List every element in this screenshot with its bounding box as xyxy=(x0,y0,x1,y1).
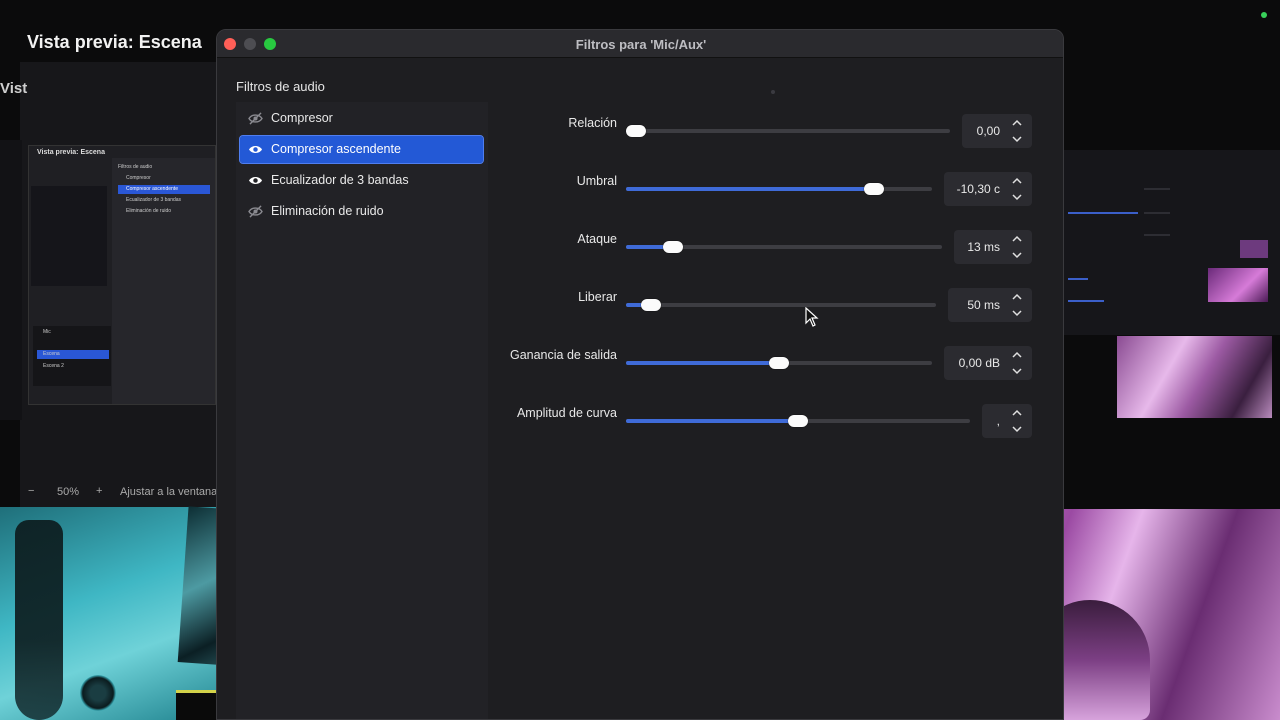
slider-fill xyxy=(626,419,798,423)
slider-ganancia[interactable] xyxy=(626,357,932,369)
slider-handle[interactable] xyxy=(788,415,808,427)
slider-fill xyxy=(626,361,779,365)
slider-liberar[interactable] xyxy=(626,299,936,311)
mini-camera-thumb xyxy=(1208,268,1268,302)
spinbox-liberar[interactable]: 50 ms xyxy=(948,288,1032,322)
slider-handle[interactable] xyxy=(863,183,884,195)
chevron-up-icon[interactable] xyxy=(1011,175,1023,187)
spinbox-value[interactable]: 50 ms xyxy=(950,288,1000,322)
mini-spinbox xyxy=(1144,212,1170,214)
side-label: Vist xyxy=(0,80,28,97)
slider-ataque[interactable] xyxy=(626,241,942,253)
slider-handle[interactable] xyxy=(663,241,684,253)
mini-camera-thumb xyxy=(1240,240,1268,258)
spinbox-arrows[interactable] xyxy=(1002,346,1032,380)
nested-scene-item: Mic xyxy=(43,329,51,335)
nested-scenes-list: Mic Escena Escena 2 xyxy=(33,326,111,386)
eye-icon[interactable] xyxy=(248,174,263,187)
param-label-ganancia: Ganancia de salida xyxy=(509,348,617,362)
spinbox-arrows[interactable] xyxy=(1002,114,1032,148)
chevron-up-icon[interactable] xyxy=(1011,233,1023,245)
mini-spinbox xyxy=(1144,234,1170,236)
spinbox-umbral[interactable]: -10,30 c xyxy=(944,172,1032,206)
dialog-handle xyxy=(771,90,775,94)
filter-label: Compresor xyxy=(271,111,333,125)
nested-filter-item: Compresor ascendente xyxy=(118,185,210,194)
chevron-up-icon[interactable] xyxy=(1011,349,1023,361)
title-bar[interactable]: Filtros para 'Mic/Aux' xyxy=(217,30,1063,58)
nested-filter-item: Ecualizador de 3 bandas xyxy=(126,197,182,203)
spinbox-ataque[interactable]: 13 ms xyxy=(954,230,1032,264)
chevron-down-icon[interactable] xyxy=(1011,191,1023,203)
zoom-in-button[interactable]: + xyxy=(96,485,102,497)
spinbox-ganancia[interactable]: 0,00 dB xyxy=(944,346,1032,380)
slider-amplitud[interactable] xyxy=(626,415,970,427)
spinbox-value[interactable]: 0,00 dB xyxy=(946,346,1000,380)
nested-filters-title: Filtros de audio xyxy=(118,164,153,170)
spinbox-arrows[interactable] xyxy=(1002,230,1032,264)
filter-item-eliminacion-ruido[interactable]: Eliminación de ruido xyxy=(240,198,483,225)
chevron-down-icon[interactable] xyxy=(1011,307,1023,319)
chevron-up-icon[interactable] xyxy=(1011,291,1023,303)
preview-title: Vista previa: Escena xyxy=(27,32,202,52)
status-indicator xyxy=(1261,12,1267,18)
spinbox-arrows[interactable] xyxy=(1002,172,1032,206)
param-label-umbral: Umbral xyxy=(576,174,617,188)
mouse-cursor-icon xyxy=(805,307,819,327)
nested-filter-item: Eliminación de ruido xyxy=(126,208,172,214)
chevron-up-icon[interactable] xyxy=(1011,407,1023,419)
mini-spinbox xyxy=(1144,188,1170,190)
eye-icon[interactable] xyxy=(248,143,263,156)
nested-scene-item: Escena xyxy=(37,350,109,359)
eye-slash-icon[interactable] xyxy=(248,112,263,125)
section-label: Filtros de audio xyxy=(236,79,325,94)
spinbox-value[interactable]: -10,30 c xyxy=(946,172,1000,206)
speaker xyxy=(80,675,116,711)
zoom-value: 50% xyxy=(57,486,80,498)
zoom-out-button[interactable]: − xyxy=(28,485,34,497)
param-label-amplitud: Amplitud de curva xyxy=(516,406,617,420)
nested-filter-item: Compresor xyxy=(126,175,151,181)
nested-scene-item: Escena 2 xyxy=(43,363,64,369)
mini-slider xyxy=(1068,212,1138,214)
filter-label: Compresor ascendente xyxy=(271,142,401,156)
nested-preview-title: Vista previa: Escena xyxy=(37,149,105,156)
spinbox-relacion[interactable]: 0,00 xyxy=(962,114,1032,148)
spinbox-value[interactable]: 13 ms xyxy=(956,230,1000,264)
mini-slider xyxy=(1068,278,1088,280)
guitar xyxy=(15,520,63,720)
slider-relacion[interactable] xyxy=(625,125,950,137)
spinbox-arrows[interactable] xyxy=(1002,288,1032,322)
mini-slider xyxy=(1068,300,1104,302)
slider-handle[interactable] xyxy=(769,357,789,369)
filter-label: Eliminación de ruido xyxy=(271,204,384,218)
filter-label: Ecualizador de 3 bandas xyxy=(271,173,409,187)
spinbox-value[interactable]: 0,00 xyxy=(964,114,1000,148)
nested-left-panel xyxy=(31,186,107,286)
spinbox-arrows[interactable] xyxy=(1002,404,1032,438)
slider-handle[interactable] xyxy=(625,125,646,137)
window-title: Filtros para 'Mic/Aux' xyxy=(575,37,707,52)
chevron-down-icon[interactable] xyxy=(1011,423,1023,435)
chevron-down-icon[interactable] xyxy=(1011,133,1023,145)
param-label-relacion: Relación xyxy=(568,116,617,130)
slider-handle[interactable] xyxy=(640,299,661,311)
slider-umbral[interactable] xyxy=(626,183,932,195)
chevron-down-icon[interactable] xyxy=(1011,249,1023,261)
param-label-ataque: Ataque xyxy=(577,232,617,246)
chevron-up-icon[interactable] xyxy=(1011,117,1023,129)
spinbox-value[interactable]: , xyxy=(984,404,1000,438)
nested-preview: Vista previa: Escena Filtros de audio Co… xyxy=(28,145,216,405)
spinbox-amplitud[interactable]: , xyxy=(982,404,1032,438)
param-label-liberar: Liberar xyxy=(578,290,617,304)
nested-filters-dialog: Filtros de audio Compresor Compresor asc… xyxy=(112,158,215,404)
slider-fill xyxy=(626,187,874,191)
filter-item-compresor-ascendente[interactable]: Compresor ascendente xyxy=(239,135,484,164)
zoom-bar: − 50% + Ajustar a la ventana xyxy=(0,482,217,502)
left-strip xyxy=(0,140,22,420)
eye-slash-icon[interactable] xyxy=(248,205,263,218)
chevron-down-icon[interactable] xyxy=(1011,365,1023,377)
camera-preview-small xyxy=(1117,336,1272,418)
fit-window-button[interactable]: Ajustar a la ventana xyxy=(120,486,217,498)
